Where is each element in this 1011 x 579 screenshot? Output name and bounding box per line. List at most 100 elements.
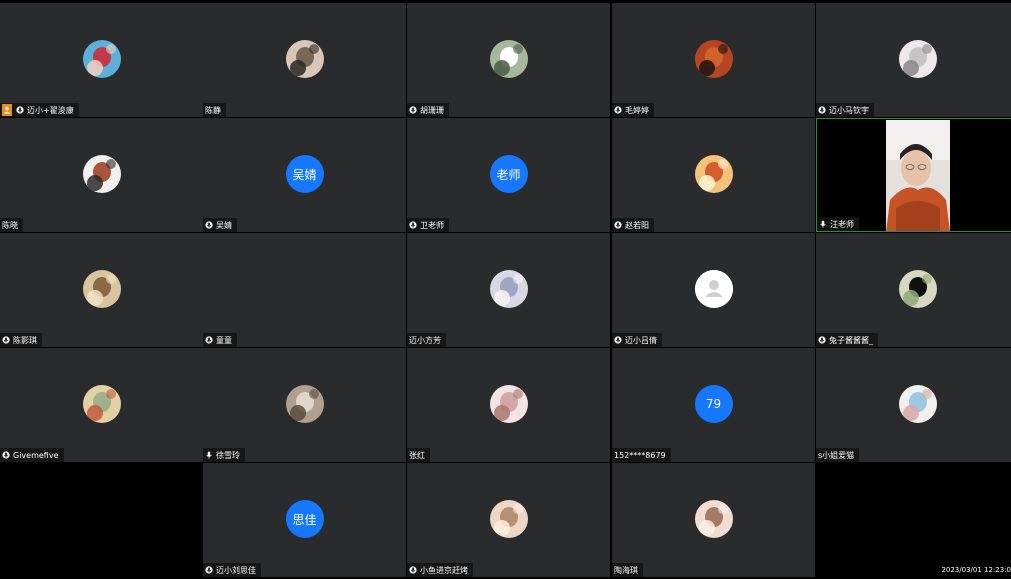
name-label-bar: 迈小+翟浚康 (0, 103, 79, 117)
participant-grid: 迈小+翟浚康 陈静 胡珊珊 毛婷婷 迈小马钦宇 陈晓 吴婧 吴婧 老师 卫老师 赵若阳 汪老师 陈影琪童… (0, 0, 1011, 579)
participant-tile[interactable]: 张红 (407, 348, 610, 462)
participant-name: 徐雪玲 (216, 450, 240, 460)
name-label-bar: 迈小方芳 (407, 333, 446, 347)
name-label-bar: 小鱼进京赶烤 (407, 563, 473, 577)
participant-name: s小姐爱猫 (818, 450, 855, 460)
participant-tile[interactable]: 赵若阳 (612, 118, 815, 232)
name-label-bar: 陈晓 (0, 218, 23, 232)
name-label-bar: 陶海琪 (612, 563, 643, 577)
participant-tile[interactable]: 吴婧 吴婧 (203, 118, 406, 232)
participant-tile[interactable]: s小姐爱猫 (816, 348, 1011, 462)
host-user-icon (2, 104, 12, 116)
participant-tile[interactable]: 迈小吕倩 (612, 233, 815, 347)
participant-name: 赵若阳 (625, 220, 649, 230)
avatar-photo (898, 385, 937, 423)
avatar-photo (82, 40, 121, 78)
participant-tile[interactable]: 毛婷婷 (612, 3, 815, 117)
microphone-status-icon (16, 106, 24, 114)
name-label-bar: 152****8679 (612, 448, 671, 462)
participant-name: 胡珊珊 (420, 105, 444, 115)
participant-tile[interactable]: Givemefive (0, 348, 203, 462)
name-label-bar: 陈静 (203, 103, 226, 117)
name-label-bar: 兔子酱酱酱_ (816, 333, 878, 347)
participant-name: 张红 (409, 450, 425, 460)
empty-tile (816, 463, 1011, 577)
name-label-bar: 赵若阳 (612, 218, 654, 232)
participant-tile[interactable]: 徐雪玲 (203, 348, 406, 462)
avatar-photo (694, 40, 733, 78)
participant-name: 迈小刘思佳 (216, 565, 256, 575)
camera-video-feed (886, 120, 950, 231)
participant-tile[interactable]: 陈晓 (0, 118, 203, 232)
avatar-initials: 思佳 (285, 500, 324, 538)
participant-name: 迈小吕倩 (625, 335, 657, 345)
avatar-photo (489, 500, 528, 538)
avatar-photo (898, 40, 937, 78)
participant-name: 吴婧 (216, 220, 232, 230)
participant-name: 迈小马钦宇 (829, 105, 869, 115)
avatar-photo (489, 40, 528, 78)
avatar-photo (694, 155, 733, 193)
avatar-initials: 老师 (489, 155, 528, 193)
participant-name: 童童 (216, 335, 232, 345)
avatar-photo (82, 270, 121, 308)
microphone-status-icon (409, 106, 417, 114)
microphone-status-icon (818, 106, 826, 114)
avatar-photo (898, 270, 937, 308)
participant-tile[interactable]: 老师卫老师 (407, 118, 610, 232)
participant-tile[interactable]: 迈小+翟浚康 (0, 3, 203, 117)
avatar-photo (285, 40, 324, 78)
participant-name: 陈静 (205, 105, 221, 115)
participant-tile[interactable]: 陈影琪 (0, 233, 203, 347)
participant-name: 小鱼进京赶烤 (420, 565, 468, 575)
name-label-bar: 毛婷婷 (612, 103, 654, 117)
name-label-bar: 张红 (407, 448, 430, 462)
participant-tile[interactable]: 胡珊珊 (407, 3, 610, 117)
participant-tile[interactable]: 小鱼进京赶烤 (407, 463, 610, 577)
participant-tile[interactable]: 79 152****8679 (612, 348, 815, 462)
participant-name: 迈小方芳 (409, 335, 441, 345)
timestamp: 2023/03/01 12:23:0 (941, 566, 1011, 574)
participant-name: 兔子酱酱酱_ (829, 335, 873, 345)
microphone-status-icon (2, 451, 10, 459)
participant-tile[interactable]: 迈小马钦宇 (816, 3, 1011, 117)
microphone-status-icon (205, 221, 213, 229)
microphone-status-icon (614, 336, 622, 344)
name-label-bar: 胡珊珊 (407, 103, 449, 117)
avatar-photo (489, 270, 528, 308)
avatar-photo (82, 385, 121, 423)
participant-tile[interactable]: 童童 (203, 233, 406, 347)
name-label-bar: 迈小吕倩 (612, 333, 662, 347)
avatar-photo (82, 155, 121, 193)
name-label-bar: 吴婧 (203, 218, 237, 232)
participant-tile[interactable]: 迈小方芳 (407, 233, 610, 347)
participant-name: 陈影琪 (13, 335, 37, 345)
participant-tile[interactable]: 陈静 (203, 3, 406, 117)
participant-tile[interactable]: 思佳迈小刘思佳 (203, 463, 406, 577)
microphone-status-icon (409, 566, 417, 574)
participant-name: 陶海琪 (614, 565, 638, 575)
name-label-bar: 卫老师 (407, 218, 449, 232)
participant-name: 汪老师 (830, 219, 854, 229)
participant-tile[interactable]: 兔子酱酱酱_ (816, 233, 1011, 347)
default-avatar-icon (694, 270, 733, 308)
name-label-bar: 童童 (203, 333, 237, 347)
name-label-bar: s小姐爱猫 (816, 448, 860, 462)
participant-name: 152****8679 (614, 450, 666, 460)
microphone-status-icon (614, 221, 622, 229)
participant-tile[interactable]: 陶海琪 (612, 463, 815, 577)
participant-name: 陈晓 (2, 220, 18, 230)
participant-tile-video[interactable]: 汪老师 (816, 118, 1011, 232)
name-label-bar: 迈小刘思佳 (203, 563, 261, 577)
avatar-photo (285, 385, 324, 423)
microphone-status-icon (409, 221, 417, 229)
name-label-bar: Givemefive (0, 448, 64, 462)
microphone-status-icon (818, 336, 826, 344)
microphone-status-icon (614, 106, 622, 114)
participant-name: 毛婷婷 (625, 105, 649, 115)
avatar-initials: 79 (694, 385, 733, 423)
microphone-status-icon (205, 336, 213, 344)
empty-tile (0, 463, 203, 577)
participant-name: 卫老师 (420, 220, 444, 230)
microphone-status-icon (2, 336, 10, 344)
